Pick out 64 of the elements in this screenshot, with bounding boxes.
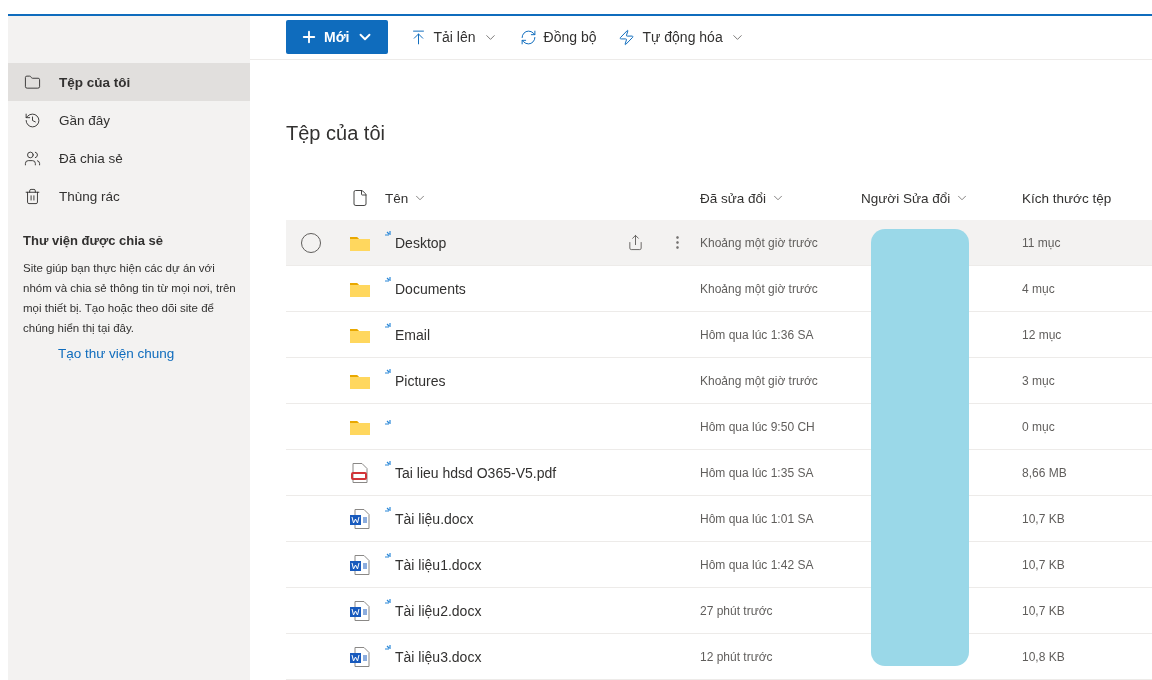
file-name[interactable]: Tai lieu hdsd O365-V5.pdf bbox=[394, 464, 557, 481]
word-file-icon bbox=[350, 508, 370, 529]
history-icon bbox=[24, 111, 41, 129]
size-cell-text: 12 mục bbox=[1022, 327, 1063, 342]
file-name[interactable]: Tài liệu3.docx bbox=[394, 648, 482, 665]
size-cell-text: 10,7 KB bbox=[1022, 603, 1066, 618]
folder-icon bbox=[350, 280, 370, 297]
nav-item[interactable]: Đã chia sẻ bbox=[8, 139, 250, 177]
size-cell-text: 11 mục bbox=[1022, 235, 1062, 250]
file-name[interactable]: Email bbox=[394, 326, 430, 343]
size-cell-text: 10,7 KB bbox=[1022, 511, 1066, 526]
size-cell-text: 0 mục bbox=[1022, 419, 1056, 434]
folder-icon bbox=[350, 234, 370, 251]
file-name[interactable]: Tài liệu.docx bbox=[394, 510, 474, 527]
size-cell-text: 3 mục bbox=[1022, 373, 1056, 388]
nav-item[interactable]: Thùng rác bbox=[8, 177, 250, 215]
size-cell-text: 10,8 KB bbox=[1022, 649, 1066, 664]
column-header[interactable]: Người Sửa đổi bbox=[861, 190, 1022, 206]
word-file-icon bbox=[350, 554, 370, 575]
modified-cell-text: Hôm qua lúc 1:35 SA bbox=[700, 465, 815, 480]
folder-icon bbox=[350, 326, 370, 343]
people-icon bbox=[24, 149, 41, 167]
file-name[interactable]: Pictures bbox=[394, 372, 446, 389]
modified-cell-text: Khoảng một giờ trước bbox=[700, 281, 819, 296]
modified-cell-text: Hôm qua lúc 1:42 SA bbox=[700, 557, 815, 572]
lightning-icon bbox=[618, 28, 636, 46]
modified-cell-text: 12 phút trước bbox=[700, 649, 774, 664]
file-name[interactable]: Documents bbox=[394, 280, 466, 297]
column-header[interactable]: Kích thước tệp bbox=[1022, 190, 1142, 206]
size-cell-text: 4 mục bbox=[1022, 281, 1056, 296]
nav-item[interactable]: Gần đây bbox=[8, 101, 250, 139]
modified-cell-text: Khoảng một giờ trước bbox=[700, 373, 819, 388]
size-cell-text: 8,66 MB bbox=[1022, 465, 1068, 480]
folder-icon bbox=[24, 73, 41, 91]
section-heading: Thư viện được chia sẻ bbox=[22, 232, 165, 250]
size-cell-text: 10,7 KB bbox=[1022, 557, 1066, 572]
toolbar-button[interactable]: Tự động hóa bbox=[618, 28, 745, 46]
file-type-icon bbox=[351, 189, 369, 207]
modified-cell-text: Hôm qua lúc 1:36 SA bbox=[700, 327, 815, 342]
column-header[interactable]: Tên bbox=[385, 190, 615, 206]
toolbar-button[interactable]: Tải lên bbox=[409, 28, 498, 46]
toolbar-button[interactable]: Đồng bộ bbox=[519, 28, 597, 46]
modified-cell-text: Hôm qua lúc 9:50 CH bbox=[700, 419, 816, 434]
modified-cell-text: Khoảng một giờ trước bbox=[700, 235, 819, 250]
create-library-link[interactable]: Tạo thư viện chung bbox=[8, 338, 250, 361]
section-description: Site giúp bạn thực hiện các dự án với nhóm và chia sẻ thông tin từ mọi nơi, trên mọi thiết bị. Tạo hoặc theo dõi site để chúng hiển thị tại đây. bbox=[22, 261, 237, 336]
modified-cell-text: Hôm qua lúc 1:01 SA bbox=[700, 511, 815, 526]
word-file-icon bbox=[350, 600, 370, 621]
file-name[interactable]: Tài liệu1.docx bbox=[394, 556, 482, 573]
file-row[interactable]: Desktop Khoảng một giờ trước 11 mục bbox=[286, 220, 1152, 266]
sync-icon bbox=[519, 28, 537, 46]
new-button[interactable]: Mới bbox=[286, 20, 388, 55]
trash-icon bbox=[24, 187, 41, 205]
nav-item[interactable]: Tệp của tôi bbox=[8, 63, 250, 101]
page-title: Tệp của tôi bbox=[286, 121, 386, 146]
file-name[interactable]: Desktop bbox=[394, 234, 447, 251]
column-header[interactable]: Đã sửa đổi bbox=[700, 190, 861, 206]
word-file-icon bbox=[350, 646, 370, 667]
share-icon[interactable] bbox=[626, 234, 644, 251]
file-name[interactable]: Tài liệu2.docx bbox=[394, 602, 482, 619]
pdf-file-icon bbox=[351, 462, 369, 483]
folder-icon bbox=[350, 372, 370, 389]
modified-cell-text: 27 phút trước bbox=[700, 603, 774, 618]
folder-icon bbox=[350, 418, 370, 435]
